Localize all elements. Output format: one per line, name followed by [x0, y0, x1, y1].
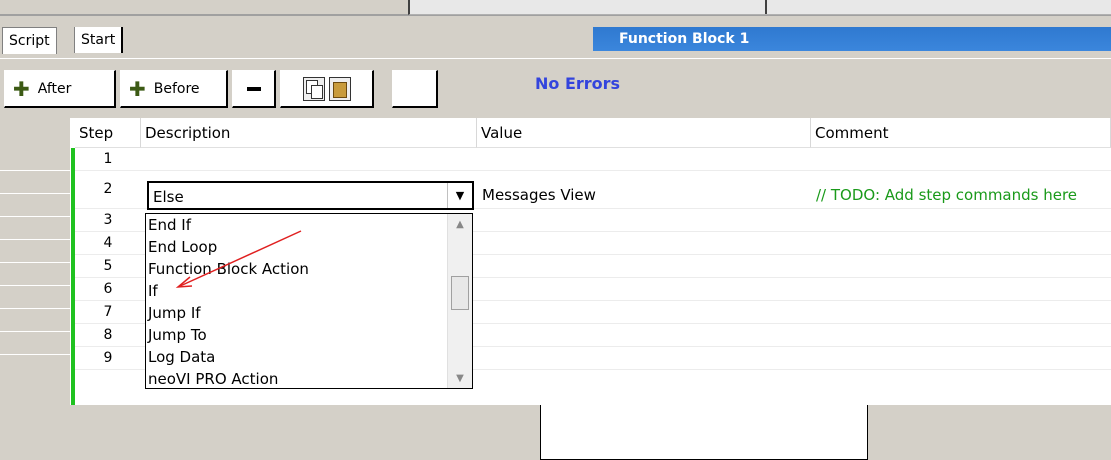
dropdown-option[interactable]: neoVI PRO Action [148, 368, 278, 388]
step-number: 9 [103, 350, 113, 366]
row-header[interactable] [0, 309, 70, 332]
scroll-thumb[interactable] [451, 276, 469, 310]
row-header[interactable] [0, 217, 70, 240]
row-header-column [0, 118, 70, 405]
dropdown-scrollbar[interactable]: ▲ ▼ [447, 214, 472, 388]
horizontal-scrollbar[interactable] [408, 0, 1111, 15]
step-number: 4 [103, 235, 113, 251]
scrollbar-separator [765, 0, 767, 14]
row-header[interactable] [0, 263, 70, 286]
list-view-button[interactable] [392, 70, 868, 460]
insert-before-label: Before [153, 80, 200, 97]
comment-cell[interactable]: // TODO: Add step commands here [816, 186, 1077, 204]
function-block-title: Function Block 1 [593, 27, 1111, 51]
step-number: 3 [103, 212, 113, 228]
dropdown-option[interactable]: Jump To [148, 324, 207, 346]
dropdown-option[interactable]: Jump If [148, 302, 201, 324]
plus-icon: ✚ [13, 76, 30, 101]
insert-after-label: After [37, 80, 72, 97]
paste-icon[interactable] [328, 76, 351, 101]
chevron-down-icon[interactable]: ▼ [447, 183, 472, 208]
insert-before-button[interactable]: ✚ Before [120, 70, 228, 108]
row-header[interactable] [0, 171, 70, 194]
step-number: 1 [103, 151, 113, 167]
column-header-comment[interactable]: Comment [811, 118, 1111, 148]
row-header[interactable] [0, 148, 70, 171]
tab-bar: Script Start Function Block 1 [0, 20, 1111, 59]
insert-after-button[interactable]: ✚ After [4, 70, 116, 108]
step-number: 2 [103, 181, 113, 197]
dropdown-option[interactable]: If [148, 280, 158, 302]
minus-icon [246, 86, 261, 91]
column-header-description[interactable]: Description [141, 118, 477, 148]
scroll-down-icon[interactable]: ▼ [448, 368, 472, 388]
dropdown-selected-value: Else [153, 188, 184, 206]
description-dropdown[interactable]: Else ▼ [147, 181, 474, 210]
row-header[interactable] [0, 194, 70, 217]
tab-start-label: Start [81, 32, 116, 48]
step-number: 6 [103, 281, 113, 297]
annotation-arrow-icon [175, 230, 302, 288]
column-header-step[interactable]: Step [75, 118, 141, 148]
tab-script-label: Script [9, 33, 50, 49]
tab-script[interactable]: Script [2, 27, 57, 54]
delete-step-button[interactable] [232, 70, 276, 108]
toolbar: ✚ After ✚ Before No Errors [0, 60, 1111, 460]
step-number: 7 [103, 304, 113, 320]
copy-icon[interactable] [302, 76, 325, 101]
status-text: No Errors [535, 74, 621, 93]
arrow-shaft [177, 230, 302, 288]
dropdown-option[interactable]: Log Data [148, 346, 215, 368]
row-header[interactable] [0, 240, 70, 263]
value-cell[interactable]: Messages View [482, 186, 596, 204]
step-number: 5 [103, 258, 113, 274]
clipboard-group [280, 70, 374, 108]
tab-start[interactable]: Start [74, 27, 124, 53]
table-row[interactable]: 1 [75, 148, 1111, 171]
row-header[interactable] [0, 286, 70, 309]
column-header-value[interactable]: Value [477, 118, 811, 148]
step-number: 8 [103, 327, 113, 343]
plus-icon: ✚ [129, 76, 146, 101]
top-strip [0, 0, 1111, 18]
row-header[interactable] [0, 332, 70, 355]
scroll-up-icon[interactable]: ▲ [448, 214, 472, 234]
